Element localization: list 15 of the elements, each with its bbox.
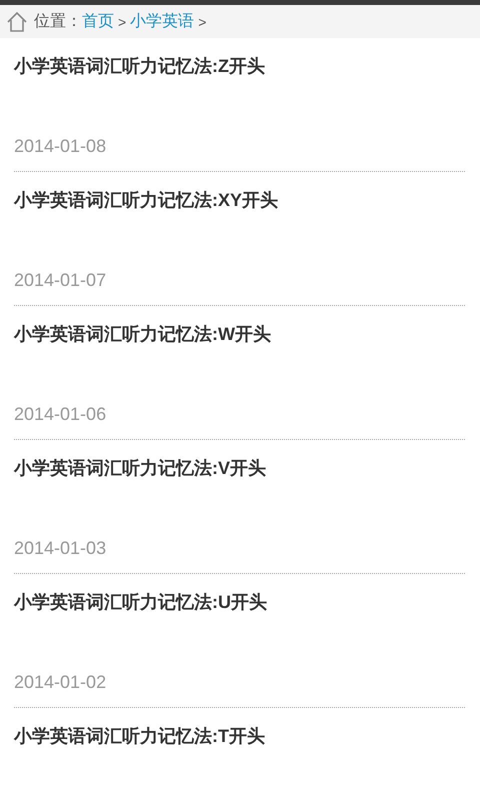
article-date: 2014-01-06 bbox=[14, 403, 106, 426]
location-label: 位置： bbox=[34, 12, 82, 32]
article-title[interactable]: 小学英语词汇听力记忆法:Z开头 bbox=[14, 38, 465, 78]
article-title[interactable]: 小学英语词汇听力记忆法:XY开头 bbox=[14, 172, 465, 212]
article-date: 2014-01-03 bbox=[14, 537, 106, 560]
article-title[interactable]: 小学英语词汇听力记忆法:W开头 bbox=[14, 306, 465, 346]
article-title[interactable]: 小学英语词汇听力记忆法:T开头 bbox=[14, 708, 465, 748]
article-date: 2014-01-07 bbox=[14, 269, 106, 292]
home-icon[interactable] bbox=[6, 10, 28, 32]
article-date: 2014-01-08 bbox=[14, 135, 106, 158]
article-title[interactable]: 小学英语词汇听力记忆法:V开头 bbox=[14, 440, 465, 480]
article-title[interactable]: 小学英语词汇听力记忆法:U开头 bbox=[14, 574, 465, 614]
breadcrumb-separator: > bbox=[198, 14, 206, 30]
breadcrumb-separator: > bbox=[118, 14, 126, 30]
article-date: 2014-01-02 bbox=[14, 671, 106, 694]
